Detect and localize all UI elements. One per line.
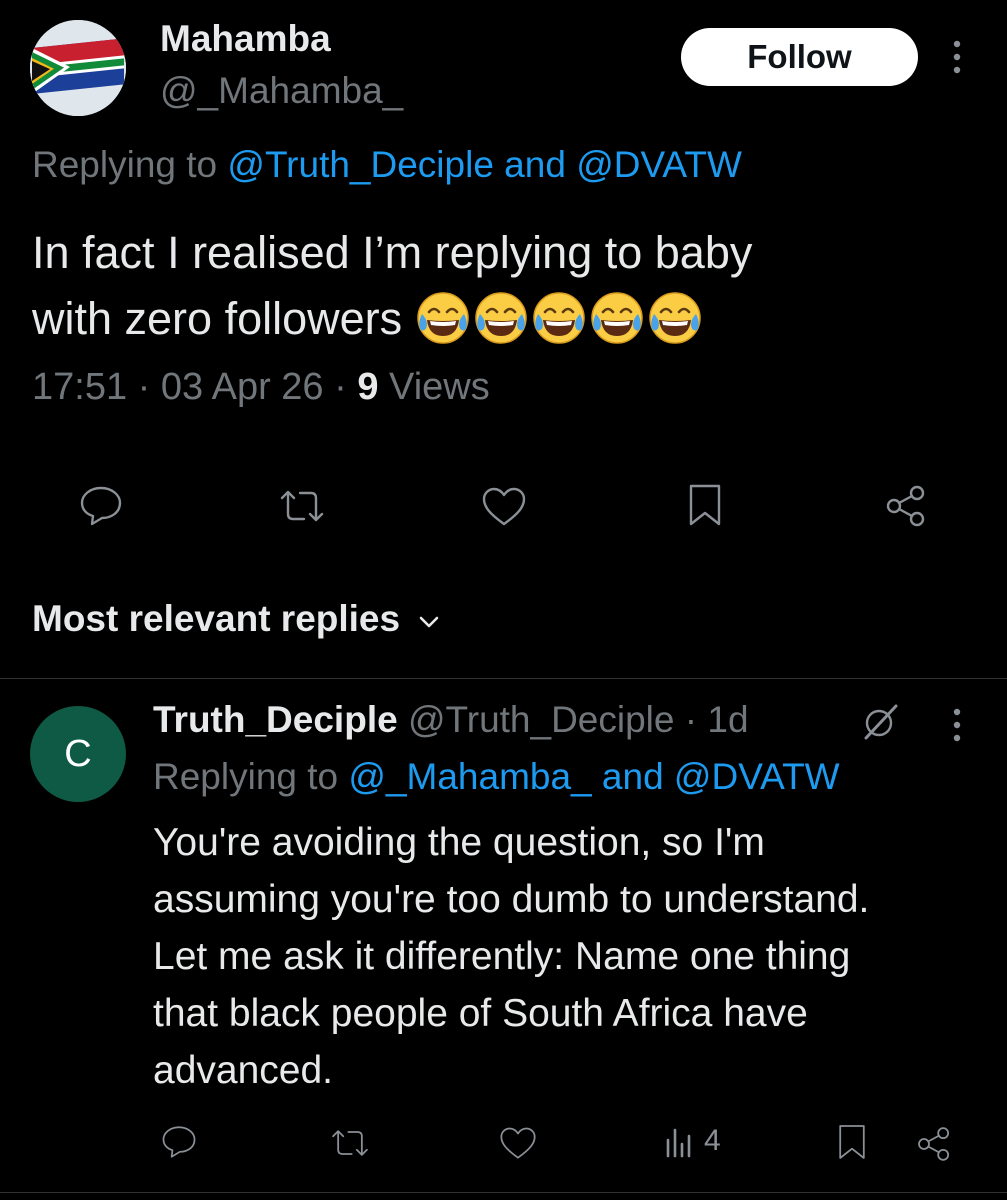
meta-separator: · [334, 366, 347, 408]
reply-text-line: Let me ask it differently: Name one thin… [153, 935, 851, 978]
reply-separator: · [684, 699, 698, 740]
divider [0, 1192, 1007, 1193]
reply-reply-icon[interactable] [160, 1124, 198, 1160]
more-options-icon[interactable] [946, 38, 968, 78]
like-icon[interactable] [480, 486, 528, 528]
post-date: 03 Apr 26 [160, 366, 324, 408]
reply-text-line: advanced. [153, 1049, 333, 1092]
reply-age[interactable]: 1d [707, 699, 748, 740]
reply-icon[interactable] [78, 484, 124, 528]
reply-header: Truth_Deciple @Truth_Deciple · 1d [153, 699, 749, 741]
post-text-line-1: In fact I realised I’m replying to baby [32, 227, 753, 278]
chevron-down-icon [419, 616, 439, 628]
post-meta: 17:51 · 03 Apr 26 · 9 Views [32, 366, 490, 409]
bookmark-icon[interactable] [686, 482, 724, 528]
reply-more-options-icon[interactable] [946, 706, 968, 746]
tears-of-joy-emoji [474, 292, 527, 344]
reply-share-icon[interactable] [914, 1124, 954, 1164]
replies-sort-dropdown[interactable]: Most relevant replies [32, 598, 442, 640]
views-count: 9 [357, 366, 379, 408]
reply-avatar-letter: C [64, 732, 92, 775]
reply-handle[interactable]: @Truth_Deciple [408, 699, 675, 740]
post-text: In fact I realised I’m replying to baby … [32, 220, 752, 352]
tears-of-joy-emoji [590, 292, 643, 344]
post-text-line-2: with zero followers [32, 286, 752, 352]
meta-separator: · [137, 366, 151, 408]
repost-icon[interactable] [276, 486, 328, 526]
reply-text-line: that black people of South Africa have [153, 992, 808, 1035]
author-display-name[interactable]: Mahamba [160, 18, 331, 60]
reply-replying-to-users[interactable]: @_Mahamba_ and @DVATW [348, 756, 839, 797]
post-text-line-2-text: with zero followers [32, 293, 403, 344]
views-icon [666, 1128, 691, 1158]
reply-text: You're avoiding the question, so I'm ass… [153, 814, 869, 1099]
share-icon[interactable] [882, 482, 930, 530]
follow-button-label: Follow [747, 38, 852, 75]
tears-of-joy-emoji [532, 292, 585, 344]
reply-views[interactable]: 4 [664, 1124, 721, 1158]
replies-sort-label: Most relevant replies [32, 598, 401, 639]
replying-to-users[interactable]: @Truth_Deciple and @DVATW [227, 144, 741, 185]
author-handle[interactable]: @_Mahamba_ [160, 70, 403, 112]
emoji-row [415, 292, 705, 344]
tears-of-joy-emoji [416, 292, 469, 344]
divider [0, 678, 1007, 679]
reply-views-count: 4 [704, 1124, 721, 1157]
reply-text-line: assuming you're too dumb to understand. [153, 878, 870, 921]
author-avatar[interactable] [30, 20, 126, 116]
grok-icon[interactable] [858, 702, 902, 742]
tears-of-joy-emoji [648, 292, 701, 344]
replying-to: Replying to @Truth_Deciple and @DVATW [32, 144, 742, 186]
follow-button[interactable]: Follow [681, 28, 918, 86]
reply-replying-to: Replying to @_Mahamba_ and @DVATW [153, 756, 840, 798]
replying-to-prefix: Replying to [32, 144, 218, 185]
reply-bookmark-icon[interactable] [836, 1122, 868, 1162]
views-label[interactable]: Views [389, 366, 490, 408]
flag-image [30, 20, 126, 116]
post-time: 17:51 [32, 366, 128, 408]
reply-repost-icon[interactable] [328, 1126, 372, 1160]
reply-replying-to-prefix: Replying to [153, 756, 339, 797]
reply-avatar[interactable]: C [30, 706, 126, 802]
reply-like-icon[interactable] [498, 1126, 538, 1161]
reply-text-line: You're avoiding the question, so I'm [153, 821, 765, 864]
reply-display-name[interactable]: Truth_Deciple [153, 699, 398, 740]
